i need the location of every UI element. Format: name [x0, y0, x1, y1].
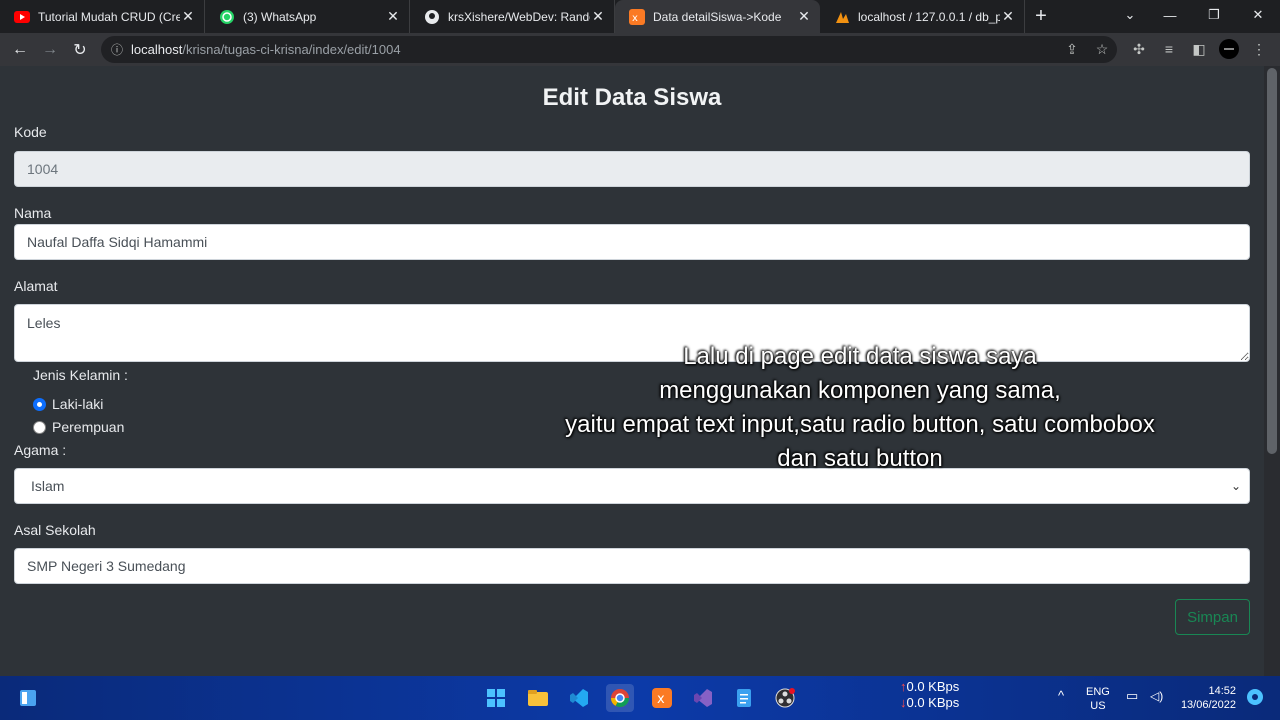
svg-text:x: x [632, 13, 638, 24]
close-tab-icon[interactable]: ✕ [180, 8, 196, 25]
minimize-icon[interactable]: — [1148, 0, 1192, 30]
caption-line: menggunakan komponen yang sama, [659, 377, 1061, 404]
new-tab-button[interactable]: + [1025, 0, 1057, 33]
tab-youtube[interactable]: Tutorial Mudah CRUD (Creat ✕ [0, 0, 205, 33]
tab-title: krsXishere/WebDev: Random [448, 9, 590, 24]
close-tab-icon[interactable]: ✕ [590, 8, 606, 25]
file-explorer-icon[interactable] [524, 684, 552, 712]
url-path: /krisna/tugas-ci-krisna/index/edit/1004 [182, 42, 401, 57]
github-icon [424, 9, 440, 25]
agama-label: Agama : [14, 442, 67, 458]
kode-input[interactable] [14, 151, 1250, 187]
caption-line: dan satu button [777, 445, 943, 472]
maximize-icon[interactable]: ❐ [1192, 0, 1236, 30]
info-icon[interactable]: ⓘ [111, 41, 123, 58]
asal-sekolah-input[interactable] [14, 548, 1250, 584]
clock[interactable]: 14:52 13/06/2022 [1176, 684, 1236, 712]
tab-title: Tutorial Mudah CRUD (Creat [38, 9, 180, 24]
lang-bottom: US [1090, 700, 1106, 712]
visual-studio-icon[interactable] [689, 684, 717, 712]
clock-date: 13/06/2022 [1180, 699, 1236, 711]
net-upload: ↑0.0 KBps [900, 679, 960, 694]
back-icon[interactable]: ← [5, 35, 35, 65]
radio-laki-laki[interactable]: Laki-laki [33, 396, 103, 412]
language-indicator[interactable]: ENG US [1086, 685, 1110, 713]
svg-text:x: x [657, 692, 665, 707]
url-host: localhost [131, 42, 183, 57]
nama-label: Nama [14, 205, 52, 221]
radio-unchecked-icon[interactable] [33, 420, 46, 434]
notification-icon[interactable] [1246, 688, 1264, 710]
side-panel-icon[interactable]: ◧ [1188, 38, 1210, 60]
bookmark-star-icon[interactable]: ☆ [1091, 38, 1113, 60]
start-icon[interactable] [482, 684, 510, 712]
alamat-label: Alamat [14, 278, 58, 294]
phpmyadmin-icon [834, 9, 850, 25]
obs-icon[interactable] [771, 684, 799, 712]
network-speed: ↑0.0 KBps ↓0.0 KBps [900, 679, 959, 711]
jenis-kelamin-label: Jenis Kelamin : [33, 367, 128, 383]
simpan-button[interactable]: Simpan [1175, 599, 1250, 635]
chevron-up-icon[interactable]: ^ [1058, 689, 1064, 703]
tab-github[interactable]: krsXishere/WebDev: Random ✕ [410, 0, 615, 33]
menu-icon[interactable]: ⋮ [1248, 38, 1270, 60]
volume-icon[interactable]: ◁) [1150, 689, 1163, 703]
network-icon[interactable]: ▭ [1126, 689, 1138, 703]
windows-taskbar: x ↑0.0 KBps ↓0.0 KBps ^ ENG US ▭ ◁) 14:5… [0, 676, 1280, 720]
close-tab-icon[interactable]: ✕ [796, 8, 812, 25]
page-title: Edit Data Siswa [542, 84, 722, 111]
browser-toolbar: ← → ↻ ⓘ localhost/krisna/tugas-ci-krisna… [0, 33, 1280, 66]
tab-whatsapp[interactable]: (3) WhatsApp ✕ [205, 0, 410, 33]
caption-line: yaitu empat text input,satu radio button… [565, 411, 1155, 438]
chevron-down-icon: ⌄ [1230, 479, 1241, 493]
close-tab-icon[interactable]: ✕ [1000, 8, 1016, 25]
radio-label: Perempuan [52, 419, 125, 435]
tab-phpmyadmin[interactable]: localhost / 127.0.0.1 / db_pp ✕ [820, 0, 1025, 33]
net-download: ↓0.0 KBps [900, 695, 960, 710]
close-tab-icon[interactable]: ✕ [385, 8, 401, 25]
video-caption: Lalu di page edit data siswa saya menggu… [520, 340, 1200, 476]
net-download-value: 0.0 KBps [906, 695, 960, 710]
extensions-icon[interactable]: ✣ [1128, 38, 1150, 60]
tab-title: localhost / 127.0.0.1 / db_pp [858, 9, 1000, 24]
reload-icon[interactable]: ↻ [65, 35, 95, 65]
profile-avatar[interactable] [1218, 38, 1240, 60]
asal-sekolah-label: Asal Sekolah [14, 522, 96, 538]
nama-input[interactable] [14, 224, 1250, 260]
tab-title: Data detailSiswa->Kode [653, 9, 782, 24]
media-control-icon[interactable]: ≡ [1158, 38, 1180, 60]
radio-perempuan[interactable]: Perempuan [33, 419, 124, 435]
share-icon[interactable]: ⇪ [1061, 38, 1083, 60]
tab-search-icon[interactable]: ⌄ [1108, 0, 1152, 30]
address-bar[interactable]: ⓘ localhost/krisna/tugas-ci-krisna/index… [101, 36, 1117, 63]
whatsapp-icon [219, 9, 235, 25]
chrome-icon[interactable] [606, 684, 634, 712]
radio-label: Laki-laki [52, 396, 104, 412]
tab-strip: Tutorial Mudah CRUD (Creat ✕ (3) WhatsAp… [0, 0, 1280, 33]
tab-data-detail-siswa[interactable]: x Data detailSiswa->Kode ✕ [615, 0, 820, 33]
tab-title: (3) WhatsApp [243, 9, 317, 24]
kode-label: Kode [14, 124, 47, 140]
notepad-icon[interactable] [730, 684, 758, 712]
close-window-icon[interactable]: ✕ [1236, 0, 1280, 30]
radio-checked-icon[interactable] [33, 397, 46, 411]
caption-line: Lalu di page edit data siswa saya [683, 343, 1037, 370]
scrollbar[interactable] [1264, 66, 1280, 676]
xampp-icon: x [629, 8, 645, 25]
forward-icon[interactable]: → [35, 35, 65, 65]
vscode-icon[interactable] [565, 684, 593, 712]
lang-top: ENG [1086, 686, 1110, 698]
net-upload-value: 0.0 KBps [906, 679, 960, 694]
clock-time: 14:52 [1208, 685, 1236, 697]
agama-selected-value: Islam [31, 478, 65, 494]
widgets-icon[interactable] [14, 684, 42, 712]
youtube-icon [14, 9, 30, 25]
xampp-icon[interactable]: x [648, 684, 676, 712]
scrollbar-thumb[interactable] [1267, 68, 1277, 454]
